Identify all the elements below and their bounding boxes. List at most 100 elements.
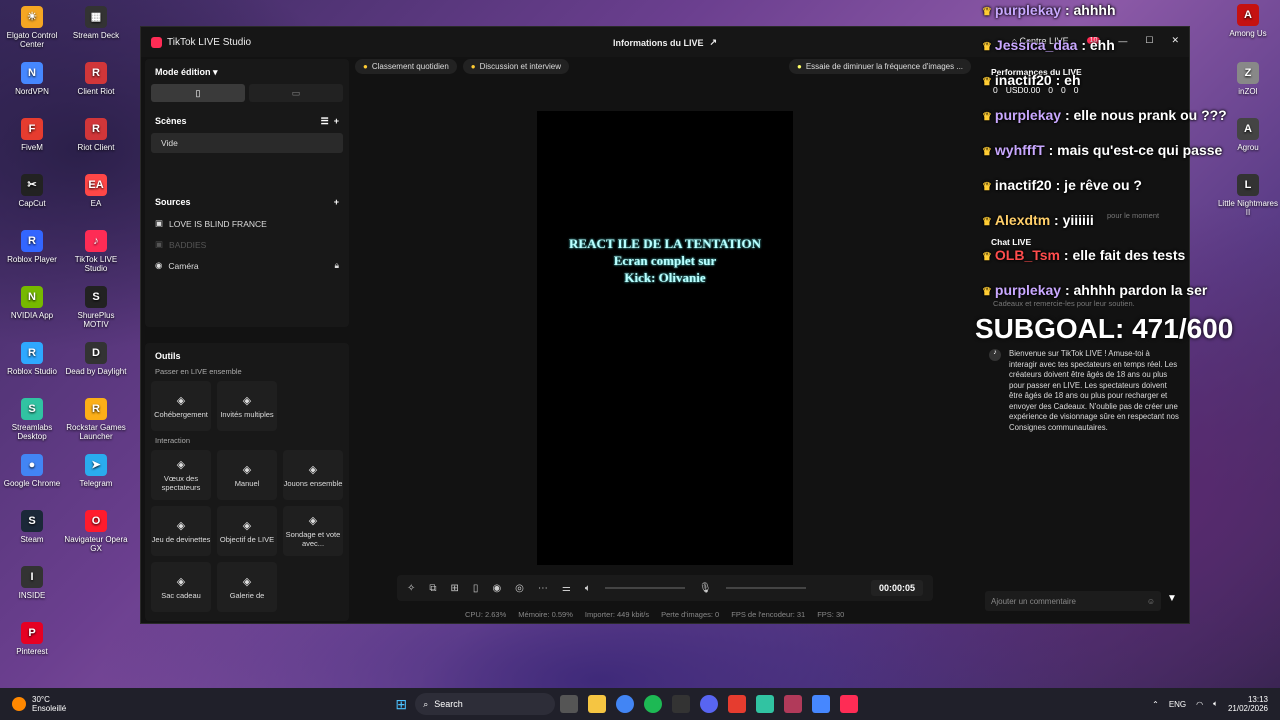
list-icon[interactable]: ☰: [321, 116, 329, 126]
desktop-icon[interactable]: O Navigateur Opera GX: [64, 510, 128, 553]
chrome-icon[interactable]: [616, 695, 635, 713]
live-info-button[interactable]: Informations du LIVE ↗: [613, 37, 717, 48]
tool-button[interactable]: ◈ Jouons ensemble: [283, 450, 343, 500]
desktop-icon[interactable]: I INSIDE: [0, 566, 64, 600]
volume-slider[interactable]: [604, 587, 685, 589]
desktop-icon[interactable]: A Agrou: [1216, 118, 1280, 152]
tool-button[interactable]: ◈ Jeu de devinettes: [151, 506, 211, 556]
discussion-chip[interactable]: ● Discussion et interview: [462, 59, 569, 74]
tool-button[interactable]: ◈ Objectif de LIVE: [217, 506, 277, 556]
mic-slider[interactable]: [725, 587, 806, 589]
add-scene-icon[interactable]: +: [334, 116, 339, 126]
nordvpn-icon[interactable]: [812, 695, 831, 713]
streamlabs-icon[interactable]: [756, 695, 775, 713]
desktop-icon[interactable]: ● Google Chrome: [0, 454, 64, 488]
record-icon[interactable]: ◉: [492, 583, 501, 594]
desktop-icon[interactable]: R Roblox Player: [0, 230, 64, 264]
mic-icon[interactable]: 🎙︎: [699, 583, 712, 594]
desktop-icon[interactable]: ☀ Elgato Control Center: [0, 6, 64, 49]
task-view-icon[interactable]: [560, 695, 579, 713]
camera-effect-icon[interactable]: ◎: [515, 583, 524, 594]
desktop-icon[interactable]: R Riot Client: [64, 118, 128, 152]
desktop-icon[interactable]: R Roblox Studio: [0, 342, 64, 376]
desktop-icon-label: Agrou: [1237, 143, 1259, 152]
tip-chip[interactable]: ● Essaie de diminuer la fréquence d'image…: [789, 59, 972, 74]
tool-button[interactable]: ◈ Invités multiples: [217, 381, 277, 431]
maximize-icon[interactable]: ☐: [1145, 35, 1153, 46]
desktop-icon[interactable]: R Client Riot: [64, 62, 128, 96]
steam-icon[interactable]: [672, 695, 691, 713]
tiktok-icon[interactable]: [840, 695, 859, 713]
desktop-icon[interactable]: P Pinterest: [0, 622, 64, 656]
source-label: BADDIES: [169, 239, 207, 250]
tool-button[interactable]: ◈ Galerie de: [217, 562, 277, 612]
desktop-icon[interactable]: ZinZOI: [1216, 62, 1280, 96]
desktop-icon[interactable]: ♪ TikTok LIVE Studio: [64, 230, 128, 273]
close-icon[interactable]: ✕: [1171, 35, 1179, 46]
minimize-icon[interactable]: —: [1118, 36, 1127, 46]
desktop-icon[interactable]: S ShurePlus MOTIV: [64, 286, 128, 329]
discord-icon[interactable]: [700, 695, 719, 713]
source-item[interactable]: ◉ Caméra 🔒︎: [145, 255, 349, 276]
chat-username: purplekay: [994, 2, 1062, 18]
clock-date: 21/02/2026: [1227, 704, 1268, 713]
desktop-icon[interactable]: S Streamlabs Desktop: [0, 398, 64, 441]
mode-edition-dropdown[interactable]: Mode édition ▾: [145, 59, 349, 84]
volume-icon[interactable]: 🔈︎: [1213, 699, 1218, 709]
desktop-icon[interactable]: ▦ Stream Deck: [64, 6, 128, 40]
emoji-icon[interactable]: ☺: [1147, 597, 1155, 606]
clock[interactable]: 13:13 21/02/2026: [1228, 695, 1268, 713]
tool-icon: ◈: [308, 463, 318, 476]
magic-icon[interactable]: ✧: [407, 583, 415, 594]
settings-sliders-icon[interactable]: ⚌: [562, 583, 571, 594]
app-icon: N: [21, 286, 43, 308]
speaker-icon[interactable]: 🔈︎: [585, 583, 591, 594]
comment-input[interactable]: Ajouter un commentaire ☺: [985, 591, 1161, 611]
file-explorer-icon[interactable]: [588, 695, 607, 713]
filter-icon[interactable]: ▼: [1167, 593, 1177, 604]
scene-item[interactable]: Vide: [151, 133, 343, 153]
tool-button[interactable]: ◈ Vœux des spectateurs: [151, 450, 211, 500]
add-source-icon[interactable]: +: [334, 197, 339, 207]
lock-icon[interactable]: 🔒︎: [334, 260, 339, 271]
desktop-icon[interactable]: ✂ CapCut: [0, 174, 64, 208]
tiktok-logo-icon: [151, 36, 162, 48]
wifi-icon[interactable]: ◠: [1196, 700, 1203, 709]
more-icon[interactable]: ⋯: [538, 583, 548, 594]
app-icon[interactable]: [784, 695, 803, 713]
capture-icon[interactable]: ⊞: [451, 583, 459, 594]
layout-icon[interactable]: ⧉: [429, 583, 436, 594]
stat-item: FPS: 30: [817, 610, 845, 619]
tool-label: Jeu de devinettes: [151, 534, 211, 544]
taskbar-search[interactable]: ⌕ Search: [415, 693, 556, 715]
desktop-icon[interactable]: F FiveM: [0, 118, 64, 152]
source-item[interactable]: ▣ BADDIES: [145, 234, 349, 255]
tray-chevron-icon[interactable]: ⌃: [1152, 700, 1159, 709]
desktop-icon[interactable]: N NVIDIA App: [0, 286, 64, 320]
desktop-icon[interactable]: S Steam: [0, 510, 64, 544]
tool-label: Cohébergement: [154, 409, 208, 419]
desktop-icon[interactable]: N NordVPN: [0, 62, 64, 96]
portrait-layout-button[interactable]: ▯: [151, 84, 245, 102]
desktop-icon[interactable]: D Dead by Daylight: [64, 342, 128, 376]
phone-icon[interactable]: ▯: [473, 583, 479, 594]
tool-button[interactable]: ◈ Cohébergement: [151, 381, 211, 431]
desktop-icon[interactable]: A Among Us: [1216, 4, 1280, 38]
tool-button[interactable]: ◈ Sondage et vote avec...: [283, 506, 343, 556]
camera-icon: ◉: [155, 260, 163, 270]
fivem-icon[interactable]: [728, 695, 747, 713]
landscape-layout-button[interactable]: ▭: [249, 84, 343, 102]
desktop-icon[interactable]: L Little Nightmares II: [1216, 174, 1280, 217]
lang-indicator[interactable]: ENG: [1169, 700, 1186, 709]
windows-start-icon[interactable]: ⊞: [392, 695, 410, 713]
daily-ranking-chip[interactable]: ● Classement quotidien: [355, 59, 457, 74]
tool-button[interactable]: ◈ Manuel: [217, 450, 277, 500]
desktop-icon[interactable]: R Rockstar Games Launcher: [64, 398, 128, 441]
tool-button[interactable]: ◈ Sac cadeau: [151, 562, 211, 612]
chat-text: : elle nous prank ou ???: [1061, 107, 1227, 123]
desktop-icon[interactable]: EA EA: [64, 174, 128, 208]
desktop-icon[interactable]: ➤ Telegram: [64, 454, 128, 488]
spotify-icon[interactable]: [644, 695, 663, 713]
source-item[interactable]: ▣ LOVE IS BLIND FRANCE: [145, 213, 349, 234]
weather-widget[interactable]: 30°C Ensoleillé: [12, 695, 66, 713]
